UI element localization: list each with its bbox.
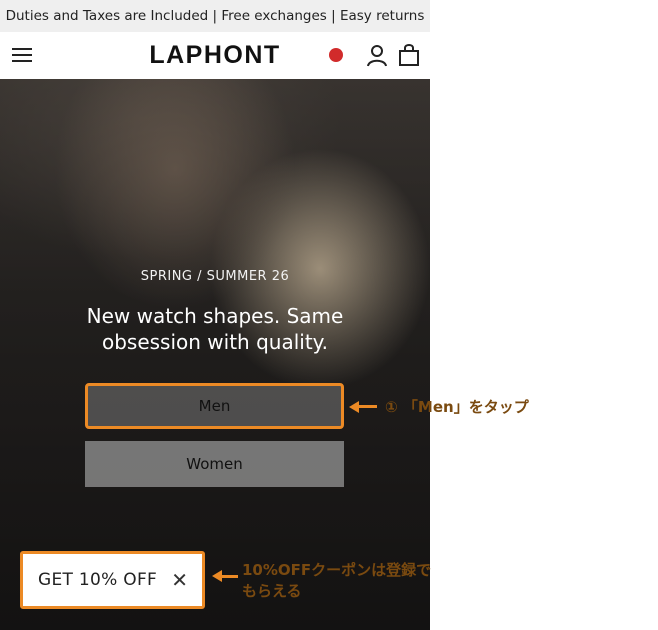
men-annotation-text: ① 「Men」をタップ [385, 398, 529, 416]
coupon-popup[interactable]: GET 10% OFF ✕ [20, 551, 205, 609]
arrow-left-icon [349, 400, 359, 413]
women-button[interactable]: Women [85, 441, 344, 487]
coupon-annotation-arrow [212, 570, 238, 582]
promo-text: Duties and Taxes are Included | Free exc… [5, 8, 425, 24]
hero-headline: New watch shapes. Same obsession with qu… [86, 304, 344, 354]
promo-bar: Duties and Taxes are Included | Free exc… [0, 0, 430, 32]
arrow-shaft [359, 405, 377, 408]
user-account-icon[interactable] [365, 43, 389, 67]
shopping-bag-icon[interactable] [398, 43, 420, 67]
hero-kicker: SPRING / SUMMER 26 [140, 269, 290, 284]
close-icon[interactable]: ✕ [171, 568, 188, 592]
hero-banner: SPRING / SUMMER 26 New watch shapes. Sam… [0, 79, 430, 630]
coupon-label[interactable]: GET 10% OFF [38, 570, 157, 590]
men-button[interactable]: Men [85, 383, 344, 429]
coupon-annotation-text: 10%OFFクーポンは登録でもらえる [242, 561, 432, 600]
phone-screen: Duties and Taxes are Included | Free exc… [0, 0, 430, 630]
men-annotation: ① 「Men」をタップ [349, 396, 529, 417]
arrow-shaft [222, 574, 238, 578]
region-flag-icon[interactable] [329, 48, 343, 62]
site-header: LAPHONT [0, 32, 430, 79]
arrow-left-icon [212, 570, 222, 582]
